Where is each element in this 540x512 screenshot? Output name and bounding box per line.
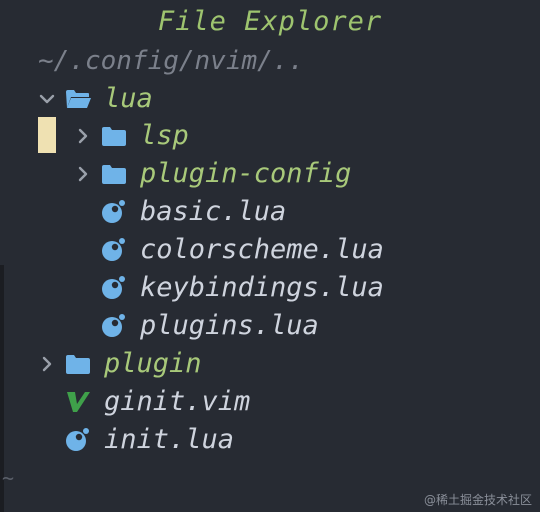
folder-open-icon [64,80,100,118]
tree-item-label: plugin [104,348,202,379]
lua-icon [100,193,136,231]
lua-icon [100,269,136,307]
tree-item-label: plugins.lua [140,310,319,341]
tree-item-basic-lua[interactable]: basic.lua [100,193,286,231]
tree-item-label: colorscheme.lua [140,234,384,265]
cursor-block [38,117,56,153]
tree-item-lsp[interactable]: lsp [66,117,189,155]
chevron-right-icon[interactable] [66,155,100,193]
tree-item-plugins-lua[interactable]: plugins.lua [100,307,319,345]
folder-icon [100,117,136,155]
chevron-right-icon[interactable] [30,345,64,383]
folder-icon [100,155,136,193]
tree-item-colorscheme-lua[interactable]: colorscheme.lua [100,231,384,269]
file-explorer-panel: File Explorer ~/.config/nvim/.. lua lsp … [0,0,540,512]
empty-line-marker: ~ [2,466,15,490]
tree-item-label: keybindings.lua [140,272,384,303]
lua-icon [100,231,136,269]
chevron-right-icon[interactable] [66,117,100,155]
lua-icon [100,307,136,345]
tree-item-label: plugin-config [140,158,352,189]
tree-item-label: basic.lua [140,196,287,227]
tree-item-keybindings-lua[interactable]: keybindings.lua [100,269,384,307]
lua-icon [64,421,100,459]
tree-item-init-lua[interactable]: init.lua [64,421,234,459]
tree-item-label: lua [104,83,153,114]
current-directory-path[interactable]: ~/.config/nvim/.. [38,42,304,80]
folder-icon [64,345,100,383]
tree-item-label: lsp [140,120,189,151]
vim-icon [64,383,100,421]
tree-item-plugin[interactable]: plugin [30,345,202,383]
chevron-down-icon[interactable] [30,80,64,118]
tree-item-plugin-config[interactable]: plugin-config [66,155,351,193]
tree-item-label: init.lua [104,424,235,455]
tree-item-ginit-vim[interactable]: ginit.vim [64,383,250,421]
tree-item-label: ginit.vim [104,386,251,417]
watermark: @稀土掘金技术社区 [423,493,532,507]
panel-title: File Explorer [157,6,383,37]
tree-item-lua[interactable]: lua [30,80,153,118]
